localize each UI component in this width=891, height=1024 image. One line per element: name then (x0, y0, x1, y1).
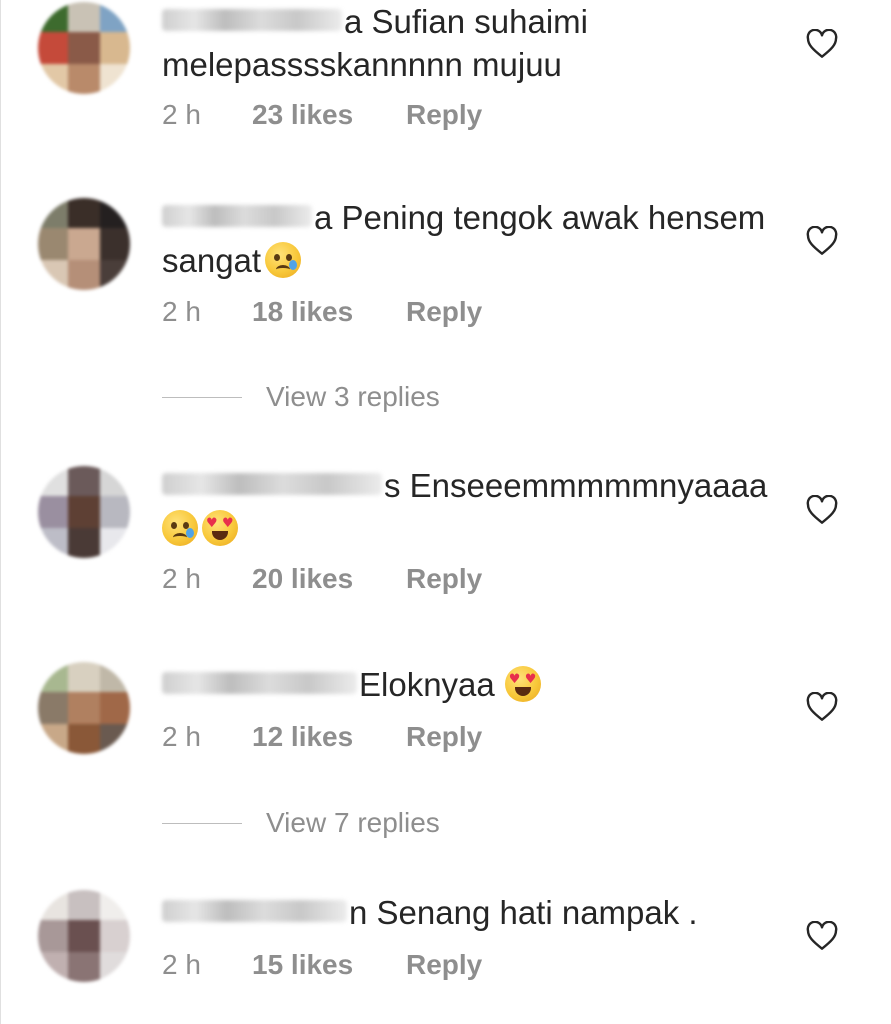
heart-eyes-emoji: ♥ ♥ (202, 510, 238, 547)
comment-text: Eloknyaa ♥ ♥ (162, 663, 782, 706)
comment-text: a Sufian suhaimi melepasssskannnnn mujuu (162, 0, 782, 86)
heart-icon[interactable] (806, 225, 838, 256)
likes-count[interactable]: 12 likes (252, 720, 353, 754)
likes-count[interactable]: 18 likes (252, 295, 353, 329)
reply-button[interactable]: Reply (406, 948, 482, 982)
username-redacted[interactable] (162, 473, 382, 496)
comment-text: a Pening tengok awak hensem sangat (162, 196, 782, 282)
likes-count[interactable]: 20 likes (252, 562, 353, 596)
comment-body: a Sufian suhaimi (344, 3, 588, 40)
avatar[interactable] (38, 198, 130, 290)
likes-count[interactable]: 15 likes (252, 948, 353, 982)
heart-icon[interactable] (806, 920, 838, 951)
timestamp: 2 h (162, 99, 201, 130)
replies-divider (162, 823, 242, 824)
username-redacted[interactable] (162, 9, 342, 32)
comment-line: melepasssskannnnn mujuu (162, 43, 782, 86)
comment-line: Eloknyaa ♥ ♥ (162, 663, 782, 706)
timestamp: 2 h (162, 296, 201, 327)
avatar[interactable] (38, 466, 130, 558)
timestamp: 2 h (162, 563, 201, 594)
replies-divider (162, 397, 242, 398)
heart-icon[interactable] (806, 28, 838, 59)
username-redacted[interactable] (162, 205, 312, 228)
heart-icon[interactable] (806, 691, 838, 722)
timestamp: 2 h (162, 721, 201, 752)
comment-text: s Enseeemmmmmnyaaaa ♥ ♥ (162, 464, 782, 550)
comment-body: melepasssskannnnn mujuu (162, 46, 562, 83)
comment-body: sangat (162, 242, 262, 279)
comment-line: s Enseeemmmmmnyaaaa (162, 464, 782, 507)
comment-line: ♥ ♥ (158, 507, 782, 550)
username-redacted[interactable] (162, 900, 347, 923)
timestamp: 2 h (162, 949, 201, 980)
reply-button[interactable]: Reply (406, 295, 482, 329)
comment-body: Eloknyaa (359, 666, 495, 703)
reply-button[interactable]: Reply (406, 720, 482, 754)
reply-button[interactable]: Reply (406, 562, 482, 596)
comment-text: n Senang hati nampak . (162, 891, 782, 934)
comment-line: a Sufian suhaimi (162, 0, 782, 43)
view-replies: View 3 replies (162, 380, 562, 414)
left-edge-divider (0, 0, 1, 1024)
comment-line: sangat (162, 239, 782, 282)
view-replies-button[interactable]: View 3 replies (266, 380, 440, 414)
comment-body: s Enseeemmmmmnyaaaa (384, 467, 768, 504)
reply-button[interactable]: Reply (406, 98, 482, 132)
crying-face-emoji (162, 510, 198, 547)
avatar[interactable] (38, 2, 130, 94)
avatar[interactable] (38, 662, 130, 754)
view-replies-button[interactable]: View 7 replies (266, 806, 440, 840)
heart-icon[interactable] (806, 494, 838, 525)
view-replies: View 7 replies (162, 806, 562, 840)
comments-list: a Sufian suhaimi melepasssskannnnn mujuu… (0, 0, 891, 1024)
avatar[interactable] (38, 890, 130, 982)
crying-face-emoji (265, 242, 302, 279)
comment-body: a Pening tengok awak hensem (314, 199, 766, 236)
comment-line: n Senang hati nampak . (162, 891, 782, 934)
heart-eyes-emoji: ♥ ♥ (504, 666, 541, 703)
comment-line: a Pening tengok awak hensem (162, 196, 782, 239)
username-redacted[interactable] (162, 672, 357, 695)
likes-count[interactable]: 23 likes (252, 98, 353, 132)
comment-body: n Senang hati nampak . (349, 894, 698, 931)
